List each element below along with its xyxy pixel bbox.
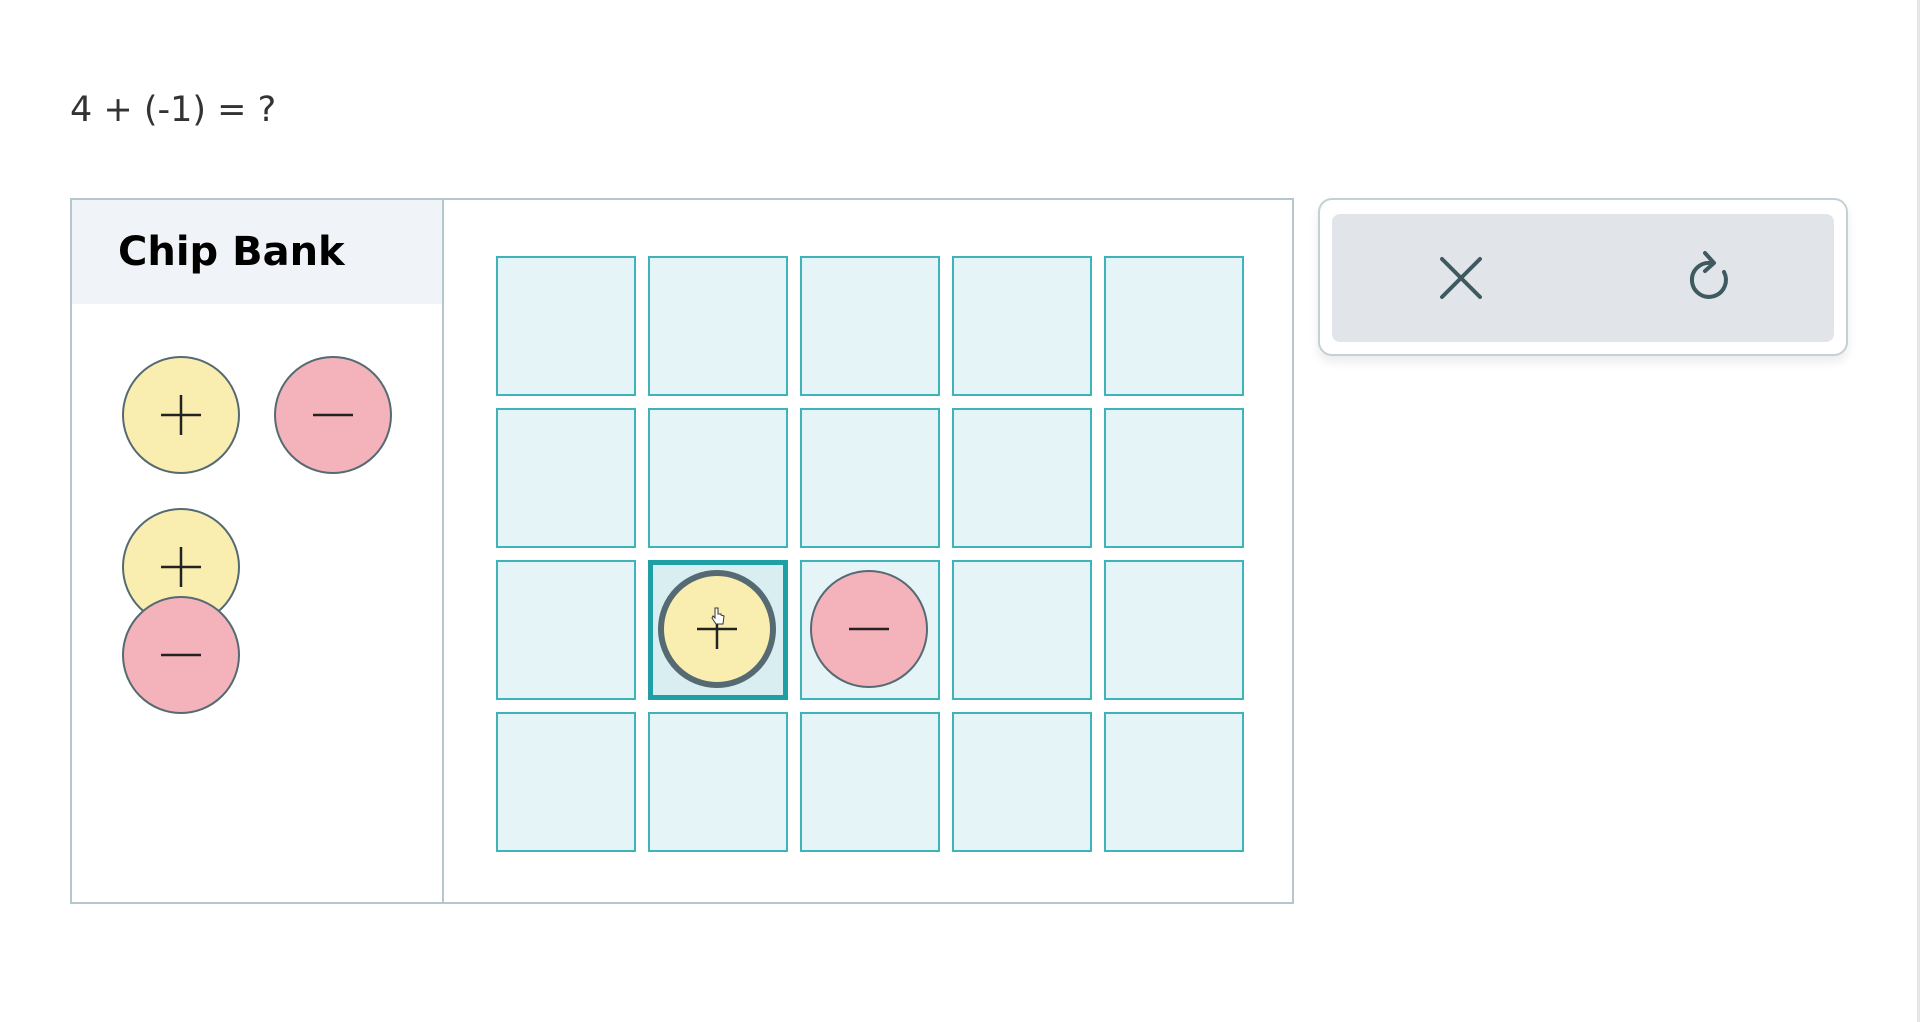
board-cell[interactable] (800, 408, 940, 548)
plus-icon (161, 395, 201, 435)
plus-icon (161, 547, 201, 587)
board-cell[interactable] (648, 256, 788, 396)
board-cell[interactable] (952, 560, 1092, 700)
board-positive-chip[interactable] (658, 570, 776, 688)
close-icon (1440, 257, 1482, 299)
reset-button[interactable] (1671, 238, 1751, 318)
board-cell[interactable] (496, 560, 636, 700)
chip-board (444, 200, 1292, 902)
board-cell[interactable] (496, 712, 636, 852)
board-cell[interactable] (496, 408, 636, 548)
board-cell[interactable] (800, 256, 940, 396)
chip-workspace: Chip Bank (70, 198, 1294, 904)
minus-icon (313, 413, 353, 417)
chip-bank-title: Chip Bank (118, 229, 345, 275)
board-cell[interactable] (1104, 560, 1244, 700)
bank-positive-chip[interactable] (122, 356, 240, 474)
board-cell[interactable] (800, 560, 940, 700)
board-cell[interactable] (952, 256, 1092, 396)
board-cell[interactable] (952, 712, 1092, 852)
question-text: 4 + (-1) = ? (70, 90, 277, 130)
board-cell[interactable] (952, 408, 1092, 548)
board-cell[interactable] (648, 712, 788, 852)
board-cell[interactable] (800, 712, 940, 852)
control-toolbar (1332, 214, 1834, 342)
minus-icon (161, 653, 201, 657)
chip-bank: Chip Bank (72, 200, 444, 902)
minus-icon (849, 627, 889, 631)
bank-negative-chip[interactable] (274, 356, 392, 474)
hand-cursor-icon (711, 607, 725, 625)
board-cell[interactable] (496, 256, 636, 396)
board-cell[interactable] (648, 408, 788, 548)
redo-icon (1689, 251, 1728, 299)
board-negative-chip[interactable] (810, 570, 928, 688)
page: 4 + (-1) = ? Chip Bank (0, 0, 1920, 1022)
chip-bank-header: Chip Bank (72, 200, 442, 304)
bank-negative-chip-stacked[interactable] (122, 596, 240, 714)
clear-button[interactable] (1421, 238, 1501, 318)
board-cell[interactable] (648, 560, 788, 700)
control-panel (1318, 198, 1848, 356)
board-cell[interactable] (1104, 256, 1244, 396)
board-cell[interactable] (1104, 712, 1244, 852)
board-cell[interactable] (1104, 408, 1244, 548)
